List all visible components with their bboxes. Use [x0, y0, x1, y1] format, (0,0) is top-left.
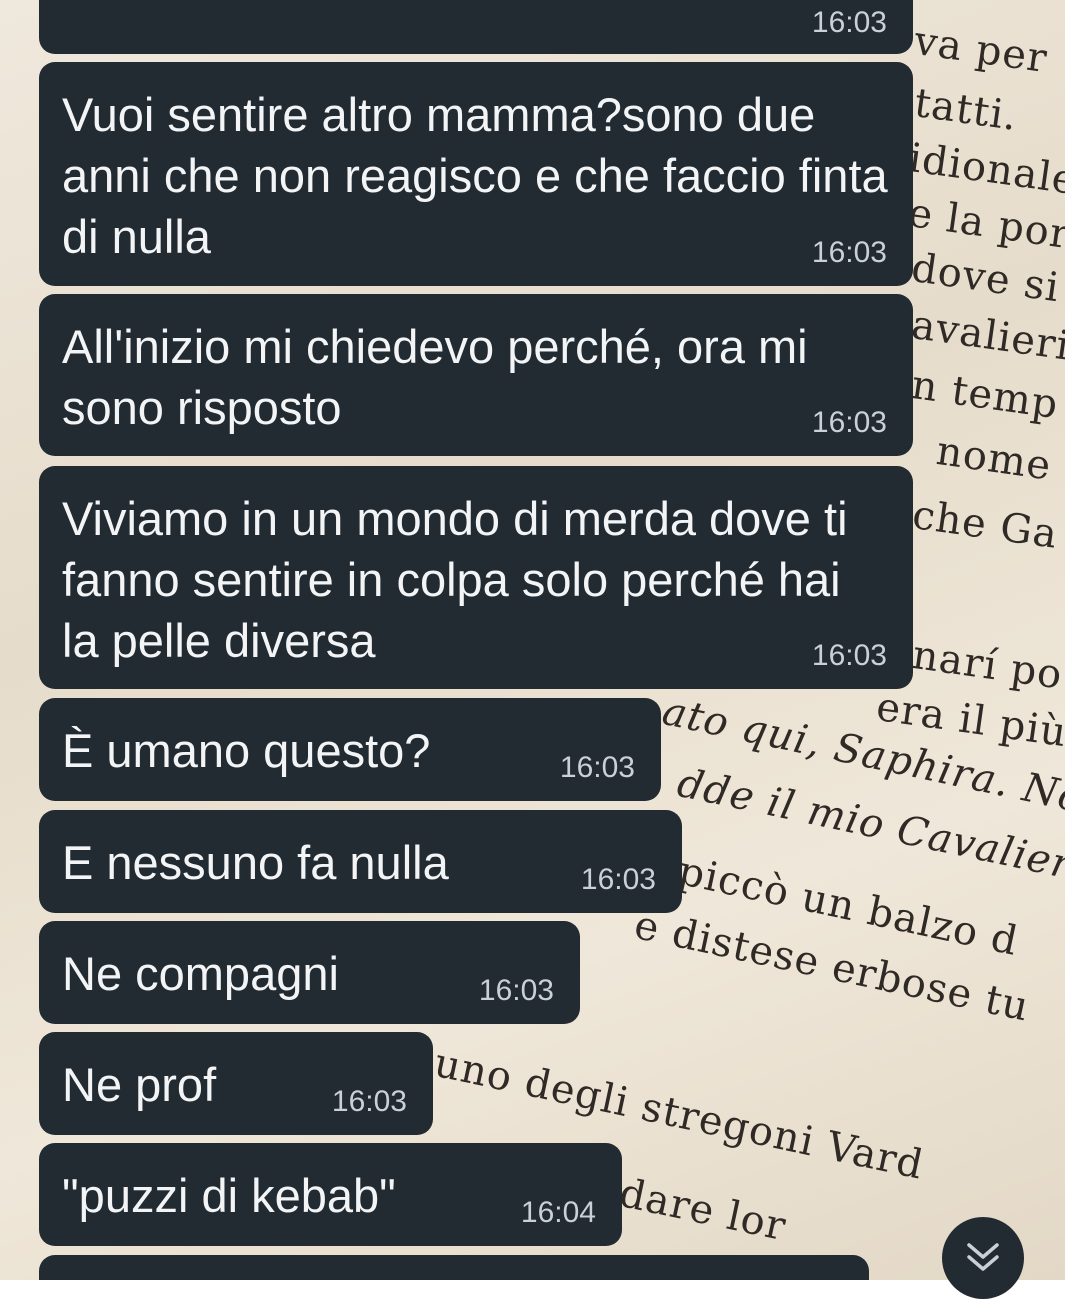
wallpaper-text-line: nome	[933, 428, 1055, 490]
message-time: 16:04	[520, 1196, 596, 1229]
message-time: 16:03	[811, 639, 887, 672]
message-time: 16:03	[331, 1085, 407, 1118]
wallpaper-text-line: avalieri	[908, 302, 1065, 370]
chevrons-down-icon	[967, 1243, 999, 1271]
message-bubble[interactable]: E nessuno fa nulla 16:03	[39, 810, 682, 913]
wallpaper-text-line: n temp	[908, 362, 1062, 429]
scroll-to-bottom-button[interactable]	[942, 1217, 1024, 1299]
wallpaper-text-line: tatti.	[911, 80, 1021, 140]
message-bubble[interactable]: Vuoi sentire altro mamma?sono due anni c…	[39, 62, 913, 286]
message-text: È umano questo?	[62, 724, 431, 777]
wallpaper-text-line: va per	[911, 18, 1051, 83]
message-time: 16:03	[811, 6, 887, 39]
message-text: Viviamo in un mondo di merda dove ti fan…	[62, 492, 848, 667]
message-text: Vuoi sentire altro mamma?sono due anni c…	[62, 88, 888, 263]
message-bubble[interactable]	[39, 1255, 869, 1280]
message-text: "puzzi di kebab"	[62, 1169, 396, 1222]
wallpaper-text-line: dove si	[908, 245, 1063, 312]
wallpaper-text-line: narí po	[909, 632, 1065, 699]
message-bubble[interactable]: "puzzi di kebab" 16:04	[39, 1143, 622, 1246]
message-bubble[interactable]: Ne prof 16:03	[39, 1032, 433, 1135]
message-time: 16:03	[559, 751, 635, 784]
message-bubble[interactable]: 16:03	[39, 0, 913, 54]
wallpaper-text-line: che Ga	[909, 492, 1061, 558]
message-time: 16:03	[478, 974, 554, 1007]
message-text: E nessuno fa nulla	[62, 836, 449, 889]
message-bubble[interactable]: Viviamo in un mondo di merda dove ti fan…	[39, 466, 913, 689]
message-time: 16:03	[811, 236, 887, 269]
wallpaper-text-line: dare lor	[615, 1170, 791, 1251]
message-bubble[interactable]: Ne compagni 16:03	[39, 921, 580, 1024]
message-text: All'inizio mi chiedevo perché, ora mi so…	[62, 320, 808, 434]
message-bubble[interactable]: All'inizio mi chiedevo perché, ora mi so…	[39, 294, 913, 456]
message-time: 16:03	[580, 863, 656, 896]
message-time: 16:03	[811, 406, 887, 439]
message-bubble[interactable]: È umano questo? 16:03	[39, 698, 661, 801]
